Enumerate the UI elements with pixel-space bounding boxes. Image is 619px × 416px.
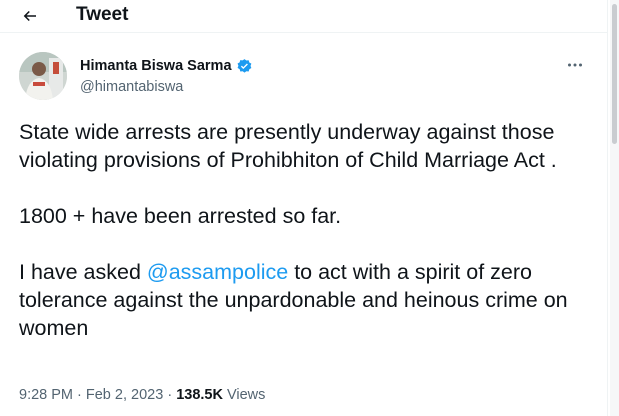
tweet-text: State wide arrests are presently underwa…	[19, 118, 594, 342]
separator: ·	[73, 387, 86, 403]
tweet-paragraph: I have asked @assampolice to act with a …	[19, 258, 594, 342]
arrow-left-icon	[23, 10, 36, 22]
back-button[interactable]	[14, 2, 46, 30]
tweet-meta: 9:28 PM · Feb 2, 2023 · 138.5K Views	[19, 386, 265, 404]
tweet-paragraph: 1800 + have been arrested so far.	[19, 204, 342, 228]
page-title: Tweet	[76, 4, 129, 25]
tweet-paragraph: State wide arrests are presently underwa…	[19, 120, 557, 172]
tweet-panel: Tweet Himanta Biswa Sarma @himantabiswa …	[0, 0, 608, 416]
author-handle[interactable]: @himantabiswa	[80, 78, 183, 96]
tweet-time[interactable]: 9:28 PM	[19, 387, 73, 403]
views-count[interactable]: 138.5K	[176, 387, 223, 403]
page-header: Tweet	[0, 0, 607, 33]
more-options-button[interactable]	[561, 54, 589, 76]
views-label: Views	[222, 387, 266, 403]
author-name-text: Himanta Biswa Sarma	[80, 58, 232, 74]
tweet-date[interactable]: Feb 2, 2023	[86, 387, 163, 403]
scrollbar-thumb[interactable]	[612, 4, 617, 144]
avatar[interactable]	[19, 52, 67, 100]
mention-link[interactable]: @assampolice	[147, 260, 288, 284]
more-horizontal-icon	[568, 63, 582, 67]
separator: ·	[163, 387, 177, 403]
author-name[interactable]: Himanta Biswa Sarma	[80, 57, 253, 75]
tweet-text-segment: I have asked	[19, 260, 147, 284]
profile-photo	[19, 52, 67, 100]
verified-badge-icon	[237, 58, 251, 73]
